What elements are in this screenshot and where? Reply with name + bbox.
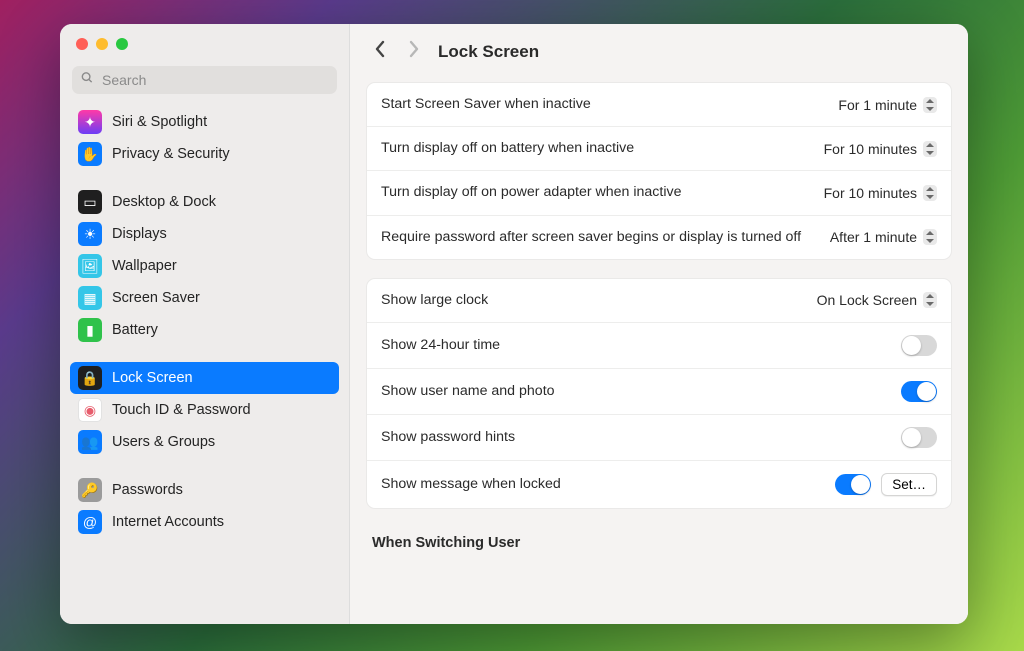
sidebar-item-label: Internet Accounts (112, 514, 224, 530)
settings-window: ✦ Siri & Spotlight ✋ Privacy & Security ▭ Des… (60, 24, 968, 624)
setting-label: Show message when locked (381, 475, 825, 494)
sidebar-item-internet-accounts[interactable]: @ Internet Accounts (70, 506, 339, 538)
header: Lock Screen (350, 24, 968, 76)
siri-spotlight-icon: ✦ (78, 110, 102, 134)
sidebar-item-label: Privacy & Security (112, 146, 230, 162)
toggle[interactable] (901, 335, 937, 356)
popup-value: For 10 minutes (824, 185, 917, 201)
content: Start Screen Saver when inactive For 1 mi… (350, 76, 968, 551)
popup-value: For 10 minutes (824, 141, 917, 157)
setting-row: Require password after screen saver begi… (367, 216, 951, 259)
back-button[interactable] (370, 38, 390, 66)
setting-label: Turn display off on battery when inactiv… (381, 139, 814, 158)
popup-button[interactable]: For 1 minute (838, 97, 937, 113)
sidebar-item-displays[interactable]: ☀ Displays (70, 218, 339, 250)
main-panel: Lock Screen Start Screen Saver when inac… (350, 24, 968, 624)
setting-label: Show user name and photo (381, 382, 891, 401)
setting-label: Show password hints (381, 428, 891, 447)
sidebar-item-screen-saver[interactable]: ▦ Screen Saver (70, 282, 339, 314)
toggle[interactable] (901, 381, 937, 402)
sidebar-item-label: Siri & Spotlight (112, 114, 207, 130)
stepper-icon (923, 229, 937, 245)
sidebar-item-label: Battery (112, 322, 158, 338)
setting-row: Start Screen Saver when inactive For 1 mi… (367, 83, 951, 127)
sidebar-item-label: Wallpaper (112, 258, 177, 274)
setting-label: Require password after screen saver begi… (381, 228, 820, 247)
page-title: Lock Screen (438, 42, 539, 62)
popup-value: For 1 minute (838, 97, 917, 113)
sidebar-item-label: Users & Groups (112, 434, 215, 450)
setting-row: Turn display off on power adapter when i… (367, 171, 951, 215)
sidebar-item-label: Screen Saver (112, 290, 200, 306)
sidebar-item-label: Touch ID & Password (112, 402, 251, 418)
sidebar-list: ✦ Siri & Spotlight ✋ Privacy & Security ▭ Des… (60, 102, 349, 624)
users-groups-icon: 👥 (78, 430, 102, 454)
set-button[interactable]: Set… (881, 473, 937, 496)
sidebar-item-desktop-dock[interactable]: ▭ Desktop & Dock (70, 186, 339, 218)
close-button[interactable] (76, 38, 88, 50)
popup-value: After 1 minute (830, 229, 917, 245)
settings-group-display: Show large clock On Lock Screen Show 24-ho… (366, 278, 952, 509)
sidebar-item-privacy-security[interactable]: ✋ Privacy & Security (70, 138, 339, 170)
minimize-button[interactable] (96, 38, 108, 50)
sidebar-item-label: Displays (112, 226, 167, 242)
setting-row: Show message when locked Set… (367, 461, 951, 508)
sidebar-item-label: Desktop & Dock (112, 194, 216, 210)
search-icon (80, 71, 94, 90)
sidebar-item-lock-screen[interactable]: 🔒 Lock Screen (70, 362, 339, 394)
sidebar: ✦ Siri & Spotlight ✋ Privacy & Security ▭ Des… (60, 24, 350, 624)
desktop-dock-icon: ▭ (78, 190, 102, 214)
popup-value: On Lock Screen (817, 292, 917, 308)
setting-label: Start Screen Saver when inactive (381, 95, 828, 114)
forward-button[interactable] (404, 38, 424, 66)
popup-button[interactable]: For 10 minutes (824, 141, 937, 157)
sidebar-item-passwords[interactable]: 🔑 Passwords (70, 474, 339, 506)
internet-accounts-icon: @ (78, 510, 102, 534)
setting-row: Show user name and photo (367, 369, 951, 415)
touch-id-password-icon: ◉ (78, 398, 102, 422)
screen-saver-icon: ▦ (78, 286, 102, 310)
popup-button[interactable]: On Lock Screen (817, 292, 937, 308)
toggle[interactable] (901, 427, 937, 448)
search-wrapper (72, 66, 337, 94)
settings-group-timing: Start Screen Saver when inactive For 1 mi… (366, 82, 952, 260)
battery-icon: ▮ (78, 318, 102, 342)
stepper-icon (923, 97, 937, 113)
setting-row: Show 24-hour time (367, 323, 951, 369)
stepper-icon (923, 292, 937, 308)
stepper-icon (923, 185, 937, 201)
search-input[interactable] (72, 66, 337, 94)
zoom-button[interactable] (116, 38, 128, 50)
setting-row: Show password hints (367, 415, 951, 461)
sidebar-item-siri-spotlight[interactable]: ✦ Siri & Spotlight (70, 106, 339, 138)
popup-button[interactable]: After 1 minute (830, 229, 937, 245)
toggle[interactable] (835, 474, 871, 495)
setting-row: Turn display off on battery when inactiv… (367, 127, 951, 171)
sidebar-item-wallpaper[interactable]: 🖼 Wallpaper (70, 250, 339, 282)
section-heading-switching-user: When Switching User (366, 527, 952, 551)
sidebar-item-label: Passwords (112, 482, 183, 498)
wallpaper-icon: 🖼 (78, 254, 102, 278)
lock-screen-icon: 🔒 (78, 366, 102, 390)
stepper-icon (923, 141, 937, 157)
setting-label: Turn display off on power adapter when i… (381, 183, 814, 202)
sidebar-item-battery[interactable]: ▮ Battery (70, 314, 339, 346)
sidebar-item-label: Lock Screen (112, 370, 193, 386)
displays-icon: ☀ (78, 222, 102, 246)
window-controls (60, 24, 349, 60)
popup-button[interactable]: For 10 minutes (824, 185, 937, 201)
setting-label: Show 24-hour time (381, 336, 891, 355)
sidebar-item-users-groups[interactable]: 👥 Users & Groups (70, 426, 339, 458)
sidebar-item-touch-id-password[interactable]: ◉ Touch ID & Password (70, 394, 339, 426)
passwords-icon: 🔑 (78, 478, 102, 502)
setting-row: Show large clock On Lock Screen (367, 279, 951, 323)
setting-label: Show large clock (381, 291, 807, 310)
privacy-security-icon: ✋ (78, 142, 102, 166)
